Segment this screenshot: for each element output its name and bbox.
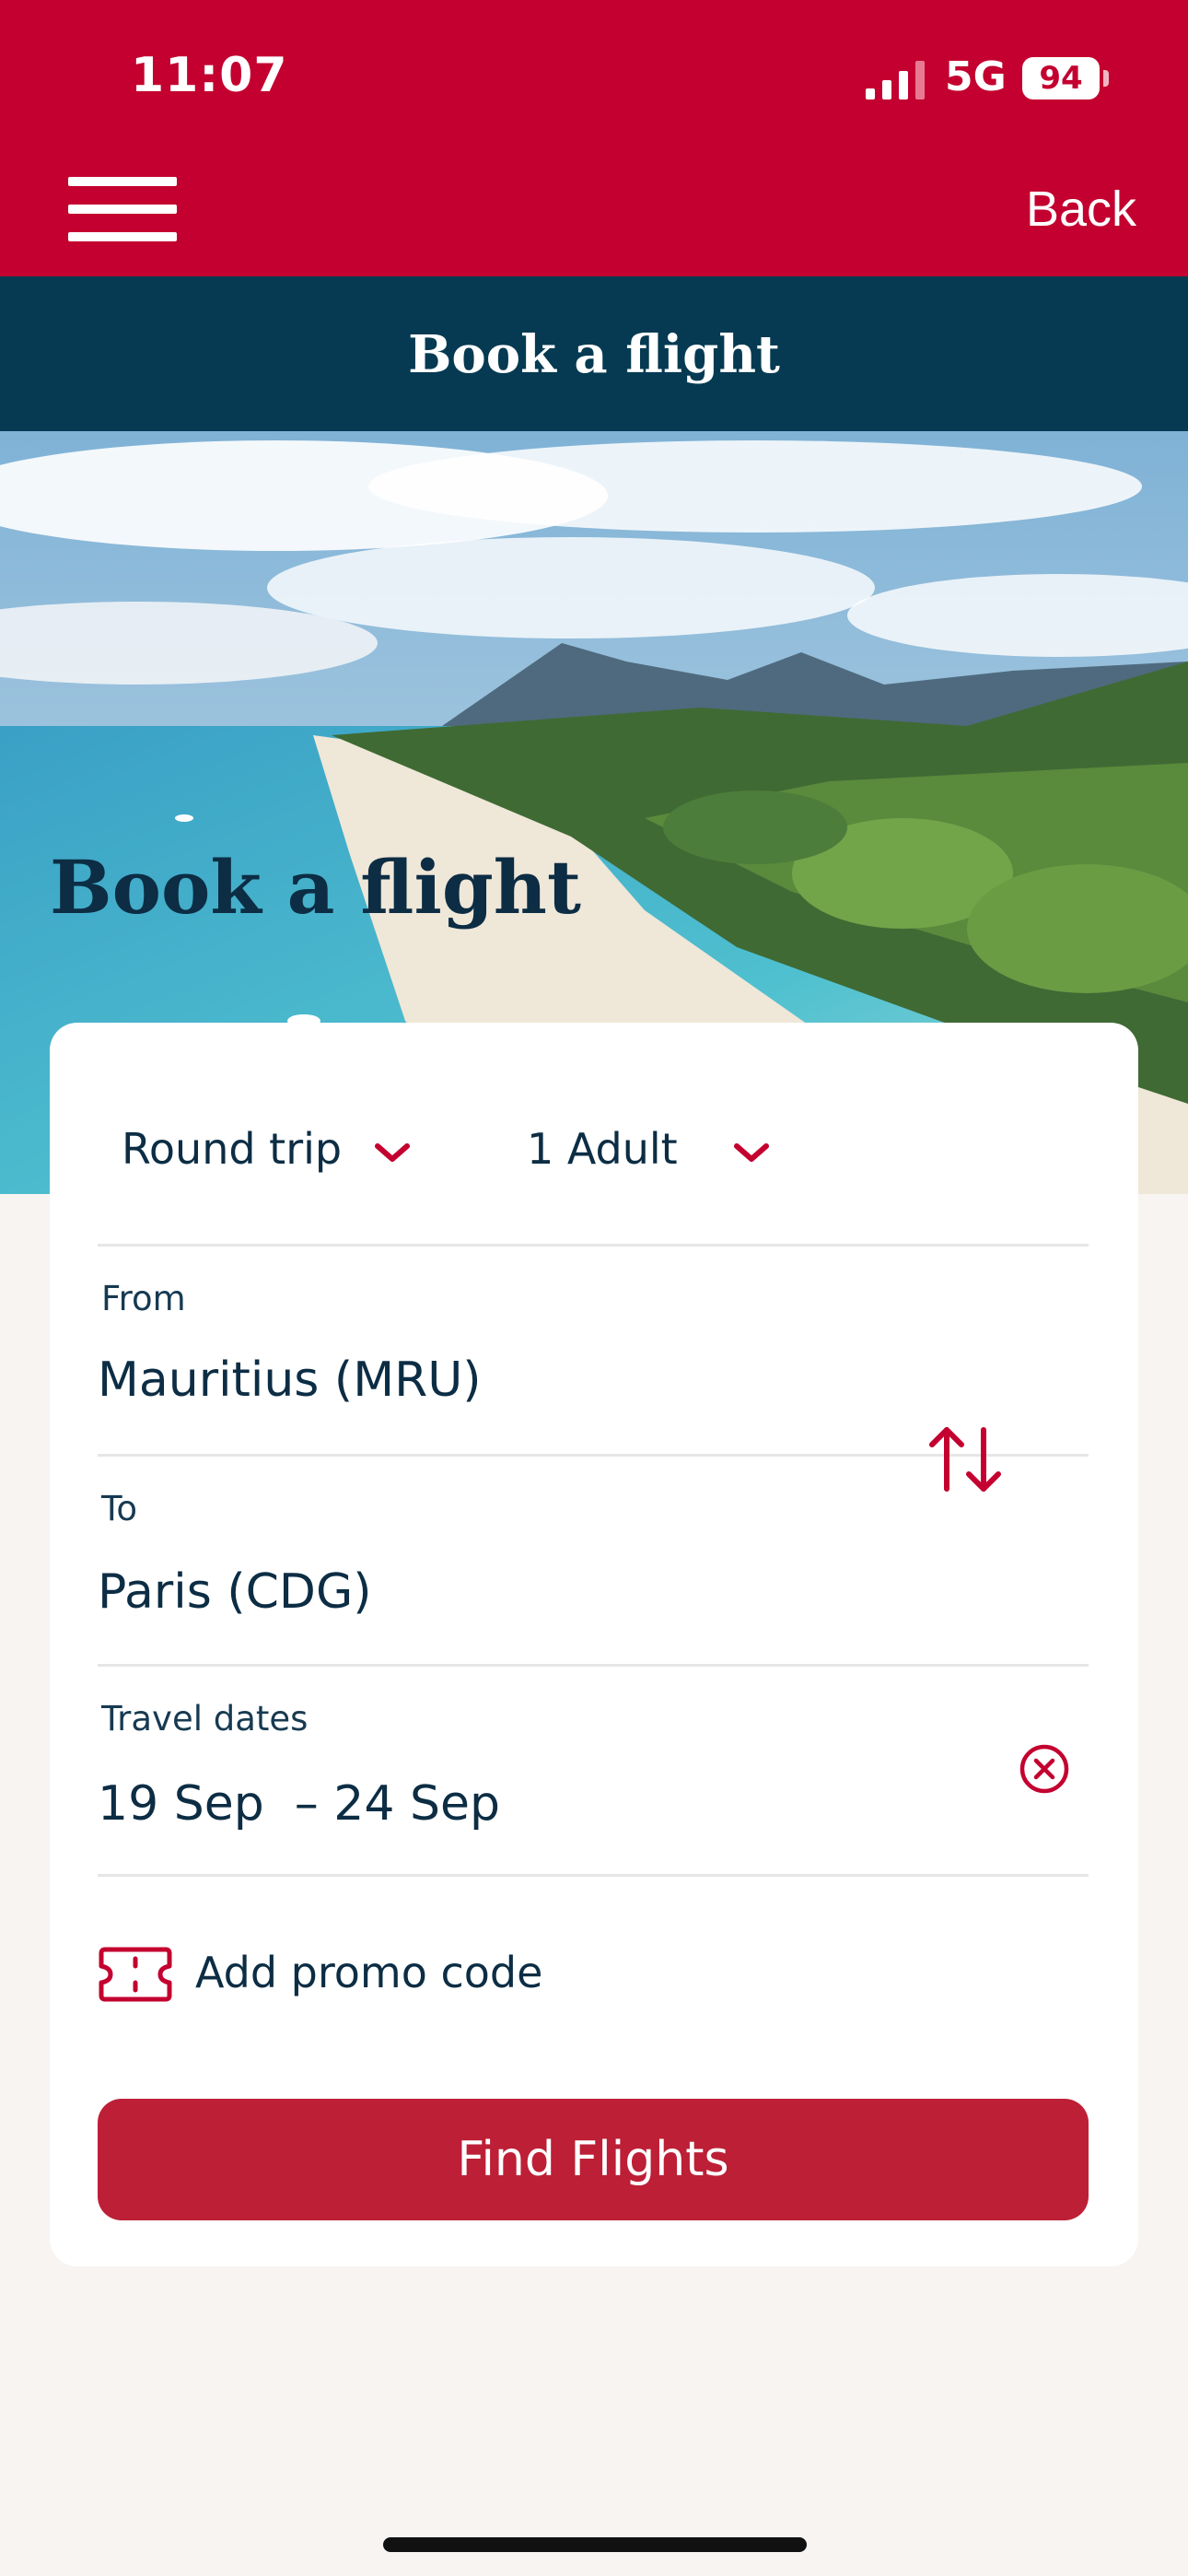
- promo-code-label: Add promo code: [195, 1948, 543, 1997]
- chevron-down-icon: [734, 1142, 770, 1162]
- divider: [98, 1874, 1089, 1877]
- chevron-down-icon: [374, 1142, 410, 1162]
- page-title: Book a flight: [408, 324, 780, 385]
- from-label: From: [101, 1279, 186, 1318]
- travel-dates-field[interactable]: 19 Sep – 24 Sep: [98, 1776, 500, 1832]
- to-field[interactable]: Paris (CDG): [98, 1564, 372, 1620]
- passengers-select[interactable]: 1 Adult: [527, 1124, 772, 1174]
- network-type: 5G: [945, 53, 1007, 100]
- hero-title: Book a flight: [50, 844, 581, 931]
- back-button[interactable]: Back: [1026, 181, 1136, 238]
- divider: [98, 1664, 1089, 1667]
- page-header: Book a flight: [0, 276, 1188, 431]
- passengers-value: 1 Adult: [527, 1124, 678, 1174]
- menu-icon[interactable]: [68, 177, 177, 243]
- to-label: To: [101, 1489, 137, 1528]
- ticket-icon: [99, 1947, 172, 2002]
- divider: [98, 1244, 1089, 1247]
- battery-level: 94: [1039, 60, 1083, 97]
- battery-tip: [1103, 70, 1109, 87]
- trip-type-value: Round trip: [122, 1124, 343, 1174]
- swap-icon[interactable]: [925, 1419, 1007, 1502]
- booking-form-card: Round trip 1 Adult From Mauritius (MRU) …: [50, 1023, 1138, 2266]
- battery-icon: 94: [1022, 57, 1100, 100]
- status-bar: 11:07 5G 94: [0, 0, 1188, 157]
- trip-type-select[interactable]: Round trip: [122, 1124, 413, 1174]
- signal-icon: [866, 61, 925, 100]
- from-field[interactable]: Mauritius (MRU): [98, 1352, 482, 1408]
- nav-bar: [0, 157, 1188, 276]
- clear-icon[interactable]: [1017, 1741, 1072, 1797]
- find-flights-label: Find Flights: [457, 2132, 729, 2187]
- find-flights-button[interactable]: Find Flights: [98, 2099, 1089, 2220]
- status-time: 11:07: [131, 48, 288, 103]
- home-indicator[interactable]: [383, 2537, 807, 2552]
- travel-dates-label: Travel dates: [101, 1699, 309, 1739]
